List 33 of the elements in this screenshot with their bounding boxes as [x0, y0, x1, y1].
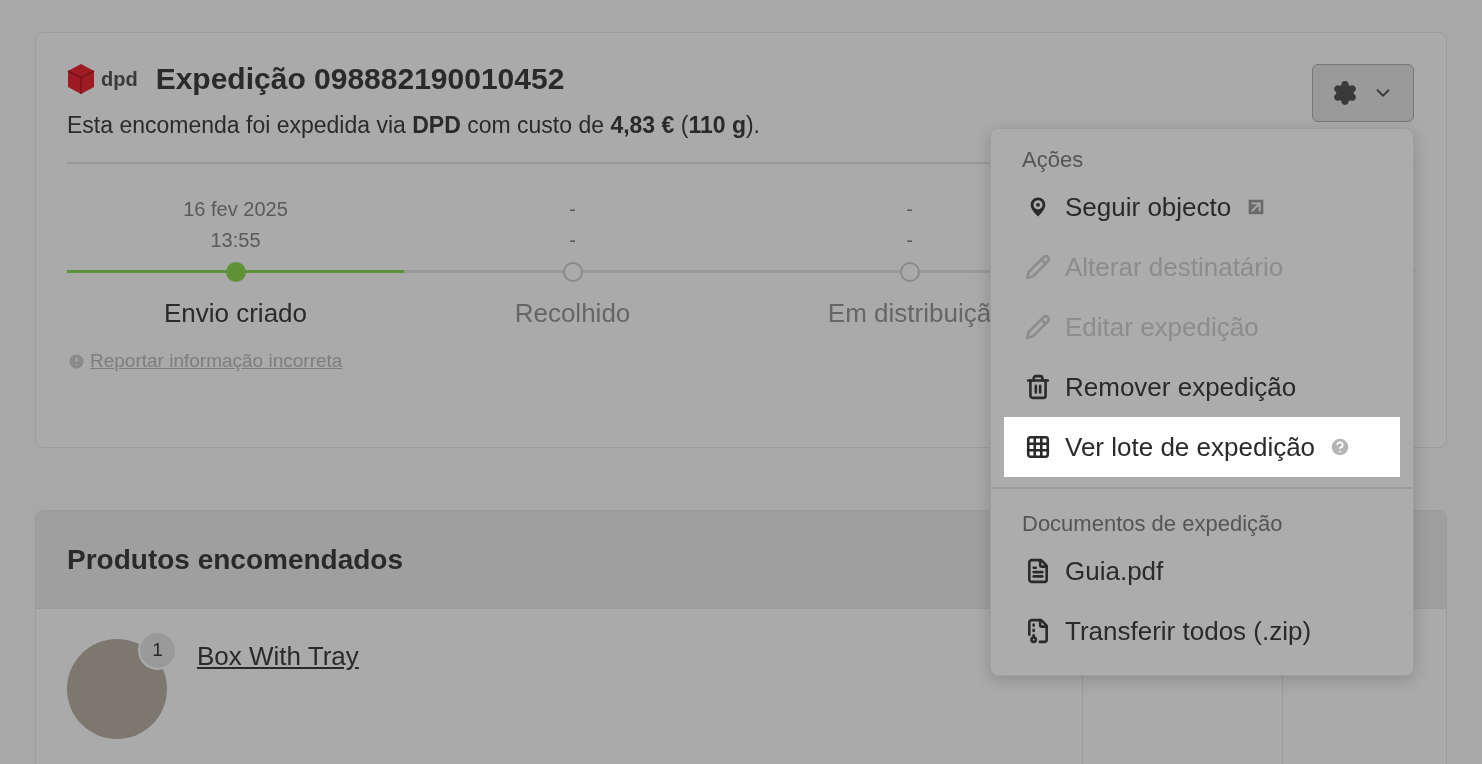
- menu-item[interactable]: Transferir todos (.zip): [1004, 601, 1400, 661]
- products-title: Produtos encomendados: [67, 542, 404, 577]
- help-icon: [1329, 436, 1352, 458]
- settings-dropdown-button[interactable]: [1312, 64, 1414, 122]
- menu-item[interactable]: Seguir objecto: [1004, 177, 1400, 237]
- step-time: -: [906, 227, 913, 253]
- trash-icon: [1025, 374, 1051, 400]
- settings-icon: [1332, 80, 1358, 106]
- alert-icon: [67, 351, 86, 371]
- step-time: 13:55: [210, 227, 261, 253]
- logo-text: dpd: [101, 69, 138, 89]
- menu-item[interactable]: Remover expedição: [1004, 357, 1400, 417]
- cube-icon: [67, 63, 95, 95]
- pencil-icon: [1025, 254, 1051, 280]
- step-date: -: [569, 196, 576, 222]
- step-date: 16 fev 2025: [183, 196, 288, 222]
- zip-file-icon: [1025, 618, 1051, 644]
- shipment-title: Expedição 098882190010452: [155, 64, 565, 94]
- grid-icon: [1025, 434, 1051, 460]
- menu-item[interactable]: Ver lote de expedição: [1004, 417, 1400, 477]
- step-label: Em distribuiçã: [827, 296, 992, 330]
- step-date: -: [906, 196, 913, 222]
- menu-section-title: Ações: [1021, 146, 1085, 174]
- step-label: Envio criado: [163, 296, 308, 330]
- step-time: -: [569, 227, 576, 253]
- step-label: Recolhido: [514, 296, 631, 330]
- shipment-summary: Esta encomenda foi expedida via DPD com custo de 4,83 € (110 g).: [67, 111, 761, 140]
- quantity-badge: 1: [138, 631, 177, 670]
- product-link[interactable]: Box With Tray: [197, 637, 359, 676]
- pencil-icon: [1025, 314, 1051, 340]
- menu-section-title: Documentos de expedição: [1021, 510, 1284, 538]
- pdf-file-icon: [1025, 558, 1051, 584]
- menu-item[interactable]: Guia.pdf: [1004, 541, 1400, 601]
